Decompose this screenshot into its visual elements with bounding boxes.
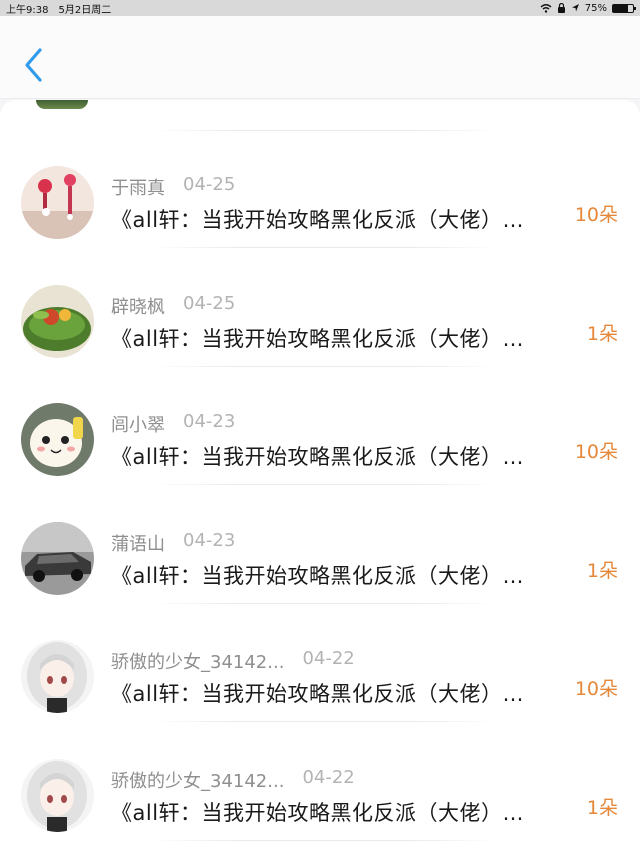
user-name[interactable]: 辟晓枫 [111,293,165,319]
nav-bar [0,16,640,99]
gift-count: 1朵 [586,559,618,582]
comment-date: 04-23 [183,411,236,432]
comment-date: 04-25 [183,292,236,314]
comment-meta: 闾小翠 04-23 [111,411,235,437]
lantern-avatar[interactable] [21,166,94,239]
user-name[interactable]: 蒲语山 [111,530,165,556]
car-avatar[interactable] [21,521,94,595]
battery-icon [612,3,636,13]
user-name[interactable]: 骄傲的少女_34142... [111,648,284,674]
status-date: 5月2日周二 [58,4,112,16]
gift-count: 1朵 [586,322,618,345]
status-right: 75% [540,2,636,14]
partial-avatar [36,100,88,109]
comment-date: 04-25 [183,174,236,195]
back-button[interactable] [18,46,52,84]
cartoon-avatar[interactable] [21,403,94,476]
user-name[interactable]: 骄傲的少女_34142... [111,767,284,793]
comment-row[interactable]: 于雨真 04-25 《all轩：当我开始攻略黑化反派（大佬）… 10朵 [0,130,640,248]
food-avatar[interactable] [21,284,94,358]
comment-meta: 辟晓枫 04-25 [111,293,235,319]
gift-count: 10朵 [574,678,618,700]
comment-meta: 蒲语山 04-23 [111,530,235,556]
book-title[interactable]: 《all轩：当我开始攻略黑化反派（大佬）… [111,323,581,353]
book-title[interactable]: 《all轩：当我开始攻略黑化反派（大佬）… [111,560,581,590]
status-left: 上午9:38 5月2日周二 [6,1,111,16]
comment-row[interactable]: 蒲语山 04-23 《all轩：当我开始攻略黑化反派（大佬）… 1朵 [0,486,640,604]
battery-percent: 75% [584,2,607,14]
status-bar: 上午9:38 5月2日周二 75% [0,0,640,16]
chevron-left-icon [25,48,42,82]
comment-row[interactable]: 骄傲的少女_34142... 04-22 《all轩：当我开始攻略黑化反派（大佬… [0,604,640,722]
gift-count: 1朵 [586,796,618,819]
lock-rotation-icon [557,3,565,13]
comment-row[interactable]: 骄傲的少女_34142... 04-22 《all轩：当我开始攻略黑化反派（大佬… [0,723,640,841]
book-title[interactable]: 《all轩：当我开始攻略黑化反派（大佬）… [111,678,581,708]
gift-count: 10朵 [574,204,618,226]
anime-girl-avatar[interactable] [21,758,94,832]
book-title[interactable]: 《all轩：当我开始攻略黑化反派（大佬）… [111,797,581,827]
comment-meta: 骄傲的少女_34142... 04-22 [111,767,355,793]
wifi-icon [540,4,552,13]
user-name[interactable]: 于雨真 [111,174,165,200]
comment-meta: 骄傲的少女_34142... 04-22 [111,648,355,674]
status-time: 上午9:38 [6,4,49,16]
comment-meta: 于雨真 04-25 [111,174,235,200]
divider [150,839,500,841]
user-name[interactable]: 闾小翠 [111,411,165,437]
comment-date: 04-23 [183,529,236,551]
comment-date: 04-22 [302,766,355,788]
book-title[interactable]: 《all轩：当我开始攻略黑化反派（大佬）… [111,204,581,234]
book-title[interactable]: 《all轩：当我开始攻略黑化反派（大佬）… [111,441,581,471]
location-icon [571,4,579,12]
gift-count: 10朵 [574,441,618,463]
comment-row[interactable]: 闾小翠 04-23 《all轩：当我开始攻略黑化反派（大佬）… 10朵 [0,367,640,485]
battery-fill [613,4,628,12]
anime-girl-avatar[interactable] [21,640,94,713]
comment-row[interactable]: 辟晓枫 04-25 《all轩：当我开始攻略黑化反派（大佬）… 1朵 [0,249,640,367]
comment-date: 04-22 [302,648,355,669]
